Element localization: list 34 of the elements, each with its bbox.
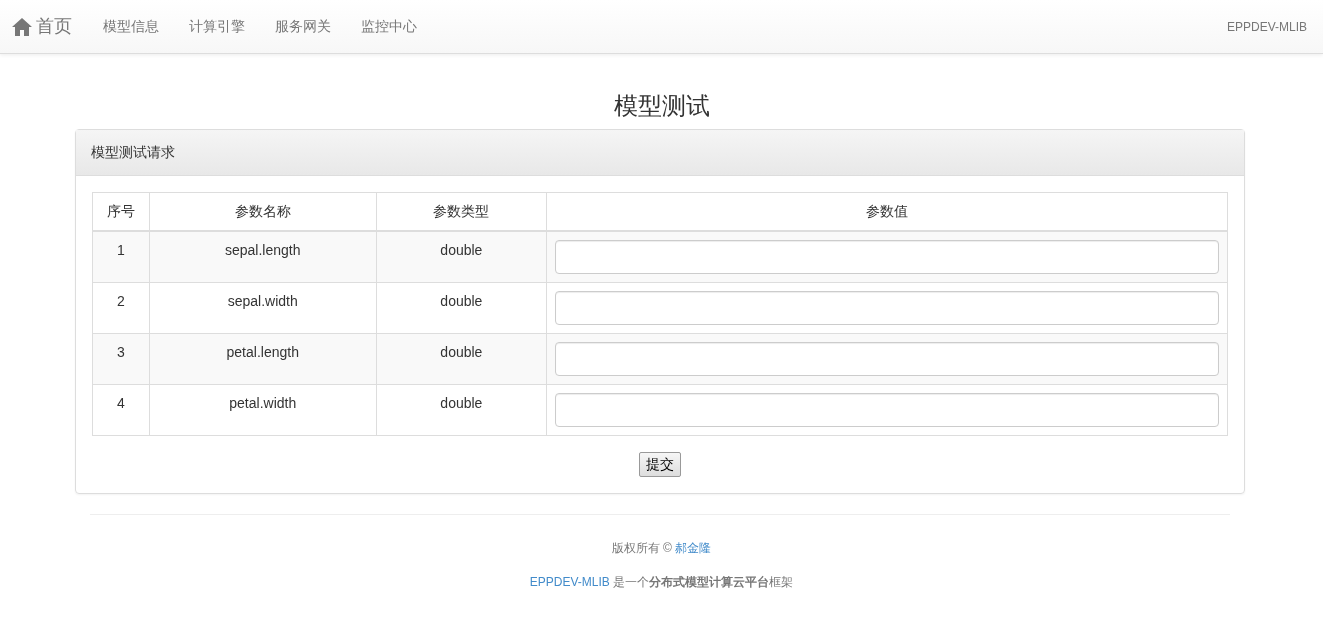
nav-link[interactable]: 监控中心 bbox=[346, 16, 432, 37]
project-link[interactable]: EPPDEV-MLIB bbox=[529, 574, 610, 589]
nav-link[interactable]: 模型信息 bbox=[88, 16, 174, 37]
copyright-text: 版权所有 © 郝金隆 bbox=[610, 539, 713, 557]
column-header: 序号 bbox=[92, 192, 150, 231]
app-name: EPPDEV-MLIB bbox=[1226, 18, 1307, 36]
table-cell: petal.width bbox=[149, 384, 377, 436]
input-field[interactable] bbox=[555, 392, 1219, 427]
home-icon bbox=[12, 17, 32, 36]
nav-link[interactable]: 计算引擎 bbox=[174, 16, 260, 37]
table-cell: sepal.length bbox=[149, 230, 377, 283]
table-cell: 4 bbox=[92, 384, 150, 436]
table-cell: 1 bbox=[92, 230, 150, 283]
table-cell: 3 bbox=[92, 333, 150, 385]
footer-description: EPPDEV-MLIB 是一个分布式模型计算云平台框架 bbox=[528, 573, 795, 591]
column-header: 参数值 bbox=[546, 192, 1228, 231]
nav-link[interactable]: 服务网关 bbox=[260, 16, 346, 37]
table-cell: 2 bbox=[92, 282, 150, 334]
column-header: 参数类型 bbox=[376, 192, 547, 231]
input-field[interactable] bbox=[555, 239, 1219, 274]
input-field[interactable] bbox=[555, 290, 1219, 325]
table-cell: double bbox=[376, 333, 547, 385]
column-header: 参数名称 bbox=[149, 192, 377, 231]
panel-title: 模型测试请求 bbox=[76, 129, 1244, 176]
author-link[interactable]: 郝金隆 bbox=[675, 540, 712, 555]
table-cell: petal.length bbox=[149, 333, 377, 385]
home-link[interactable]: 首页 bbox=[12, 13, 72, 40]
table-cell: double bbox=[376, 282, 547, 334]
table-cell: double bbox=[376, 384, 547, 436]
page-title: 模型测试 bbox=[612, 92, 711, 121]
input-field[interactable] bbox=[555, 341, 1219, 376]
table-cell: sepal.width bbox=[149, 282, 377, 334]
table-cell: double bbox=[376, 230, 547, 283]
submit-button[interactable]: 提交 bbox=[639, 451, 681, 477]
